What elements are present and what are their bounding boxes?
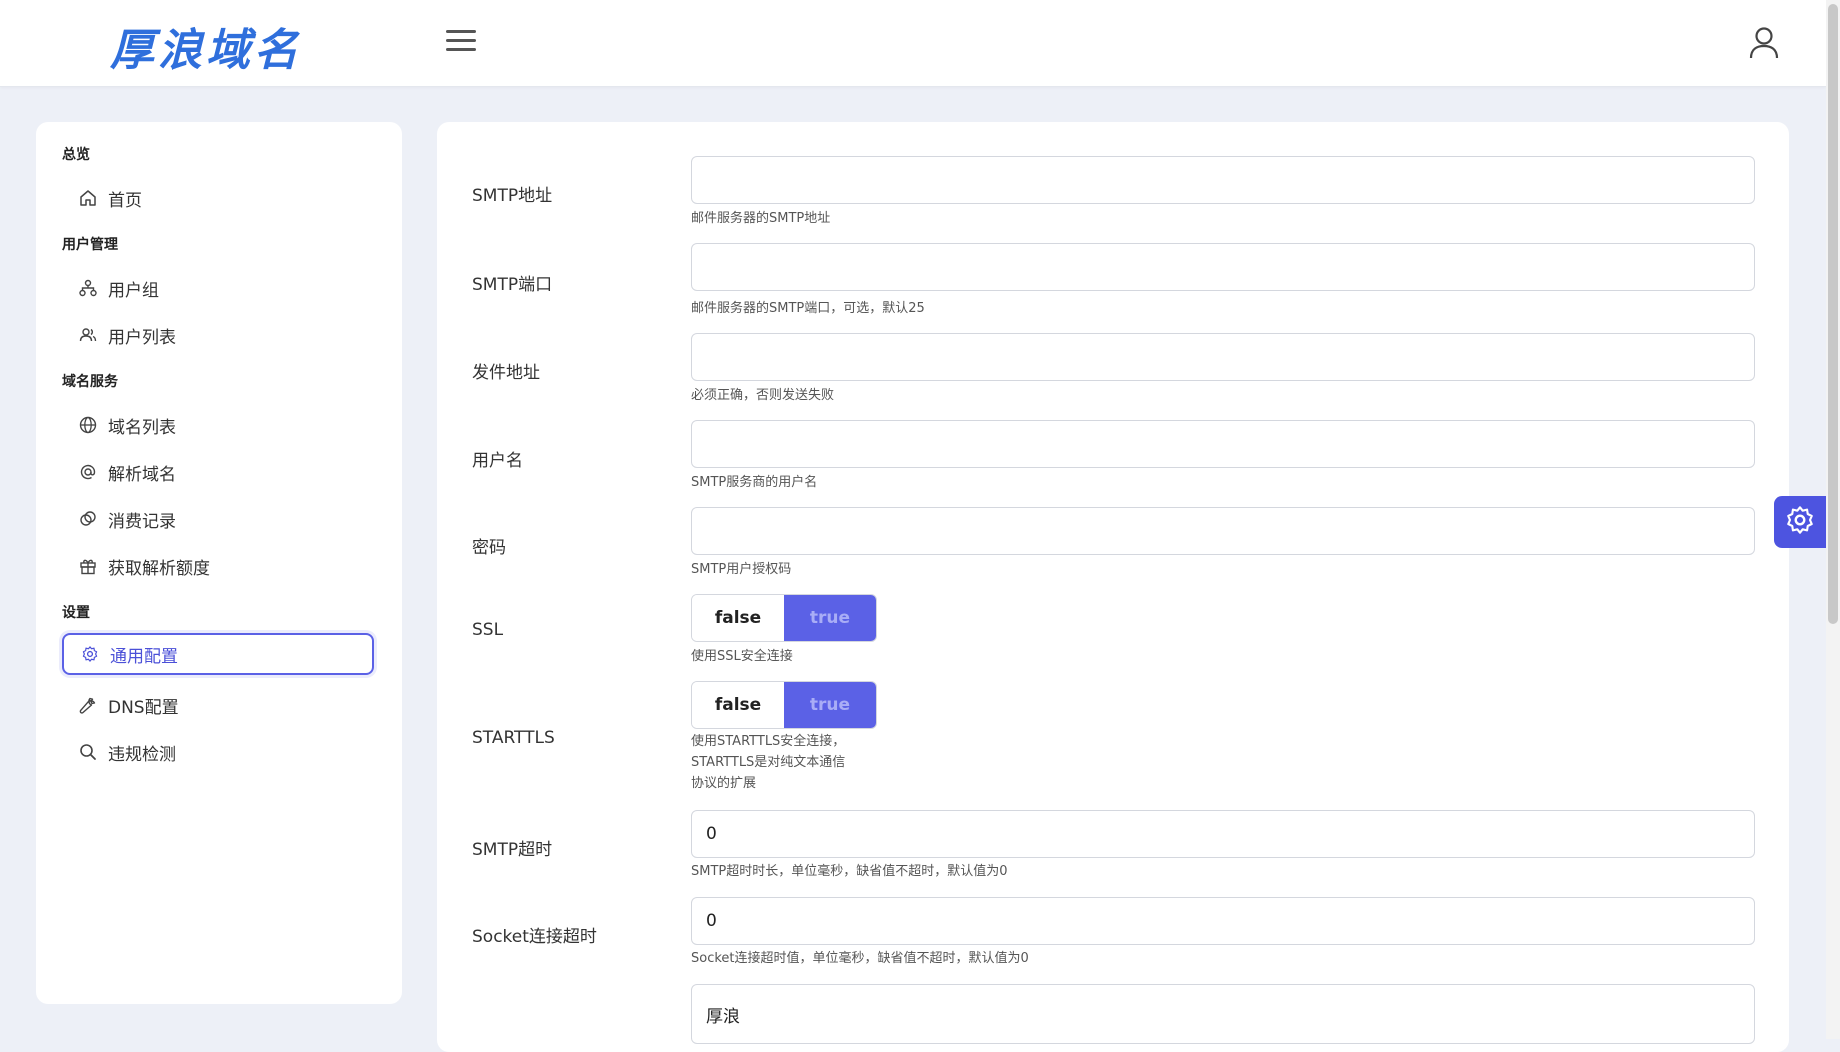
sidebar-item-label: 用户组 [108, 280, 159, 301]
page-scrollbar[interactable] [1826, 0, 1840, 1039]
password-input[interactable] [691, 507, 1755, 555]
smtp-timeout-label: SMTP超时 [472, 840, 553, 860]
ssl-false-option[interactable]: false [692, 595, 784, 641]
sidebar-item-label: 解析域名 [108, 464, 176, 485]
password-hint: SMTP用户授权码 [691, 562, 792, 577]
org-tree-icon [78, 278, 98, 298]
scrollbar-thumb[interactable] [1828, 4, 1838, 624]
sidebar-item-domain-list[interactable]: 域名列表 [62, 404, 374, 446]
socket-timeout-input[interactable] [691, 897, 1755, 945]
smtp-timeout-input[interactable] [691, 810, 1755, 858]
sidebar-item-label: 域名列表 [108, 417, 176, 438]
sidebar-item-label: DNS配置 [108, 697, 179, 718]
password-label: 密码 [472, 538, 506, 558]
smtp-port-label: SMTP端口 [472, 275, 553, 295]
from-address-hint: 必须正确，否则发送失败 [691, 388, 835, 403]
user-icon[interactable] [1748, 26, 1780, 60]
starttls-toggle[interactable]: false true [691, 681, 877, 729]
smtp-port-hint: 邮件服务器的SMTP端口，可选，默认25 [691, 301, 925, 316]
sidebar-item-label: 违规检测 [108, 744, 176, 765]
sender-name-input[interactable] [691, 984, 1755, 1044]
socket-timeout-hint: Socket连接超时值，单位毫秒，缺省值不超时，默认值为0 [691, 951, 1029, 966]
sidebar-item-label: 获取解析额度 [108, 558, 210, 579]
from-address-label: 发件地址 [472, 363, 540, 383]
smtp-host-input[interactable] [691, 156, 1755, 204]
hamburger-menu-icon[interactable] [446, 30, 476, 54]
starttls-label: STARTTLS [472, 728, 555, 748]
smtp-host-label: SMTP地址 [472, 186, 553, 206]
socket-timeout-label: Socket连接超时 [472, 927, 597, 947]
starttls-true-option[interactable]: true [784, 682, 876, 728]
settings-form-panel: SMTP地址 邮件服务器的SMTP地址 SMTP端口 邮件服务器的SMTP端口，… [437, 122, 1789, 1052]
sidebar-section-title: 用户管理 [62, 237, 118, 253]
coins-icon [78, 509, 98, 529]
users-icon [78, 325, 98, 345]
starttls-hint-line: 协议的扩展 [691, 776, 757, 791]
starttls-hint-line: STARTTLS是对纯文本通信 [691, 755, 846, 770]
sidebar-item-general-config[interactable]: 通用配置 [62, 633, 374, 675]
wrench-icon [78, 695, 98, 715]
starttls-hint-line: 使用STARTTLS安全连接， [691, 734, 846, 749]
ssl-label: SSL [472, 620, 504, 640]
starttls-hint: 使用STARTTLS安全连接， STARTTLS是对纯文本通信 协议的扩展 [691, 731, 845, 794]
ssl-hint: 使用SSL安全连接 [691, 649, 793, 664]
sidebar-item-home[interactable]: 首页 [62, 177, 374, 219]
logo[interactable]: 厚浪域名 [110, 14, 302, 78]
sidebar-item-label: 用户列表 [108, 327, 176, 348]
sidebar-item-user-list[interactable]: 用户列表 [62, 314, 374, 356]
home-icon [78, 188, 98, 208]
sidebar-item-billing[interactable]: 消费记录 [62, 498, 374, 540]
sidebar-item-dns-config[interactable]: DNS配置 [62, 684, 374, 726]
sidebar-section-title: 总览 [62, 147, 90, 163]
sidebar-section-title: 域名服务 [62, 374, 118, 390]
search-icon [78, 742, 98, 762]
sidebar-item-resolve-domain[interactable]: 解析域名 [62, 451, 374, 493]
sidebar: 总览 首页 用户管理 用户组 用户列表 域名服务 域名列表 解析域名 消费记录 … [36, 122, 402, 1004]
ssl-true-option[interactable]: true [784, 595, 876, 641]
sidebar-item-label: 消费记录 [108, 511, 176, 532]
smtp-timeout-hint: SMTP超时时长，单位毫秒，缺省值不超时，默认值为0 [691, 864, 1008, 879]
gear-icon [80, 644, 100, 664]
sidebar-item-get-quota[interactable]: 获取解析额度 [62, 545, 374, 587]
username-hint: SMTP服务商的用户名 [691, 475, 818, 490]
smtp-host-hint: 邮件服务器的SMTP地址 [691, 211, 831, 226]
username-label: 用户名 [472, 451, 523, 471]
starttls-false-option[interactable]: false [692, 682, 784, 728]
username-input[interactable] [691, 420, 1755, 468]
sidebar-item-user-groups[interactable]: 用户组 [62, 267, 374, 309]
from-address-input[interactable] [691, 333, 1755, 381]
sidebar-section-title: 设置 [62, 605, 90, 621]
sidebar-item-violation-check[interactable]: 违规检测 [62, 731, 374, 773]
sidebar-item-label: 通用配置 [110, 646, 178, 667]
globe-icon [78, 415, 98, 435]
sidebar-item-label: 首页 [108, 190, 142, 211]
at-sign-icon [78, 462, 98, 482]
top-bar: 厚浪域名 [0, 0, 1826, 87]
smtp-port-input[interactable] [691, 243, 1755, 291]
gear-icon [1784, 504, 1816, 540]
floating-settings-button[interactable] [1774, 496, 1826, 548]
ssl-toggle[interactable]: false true [691, 594, 877, 642]
gift-icon [78, 556, 98, 576]
